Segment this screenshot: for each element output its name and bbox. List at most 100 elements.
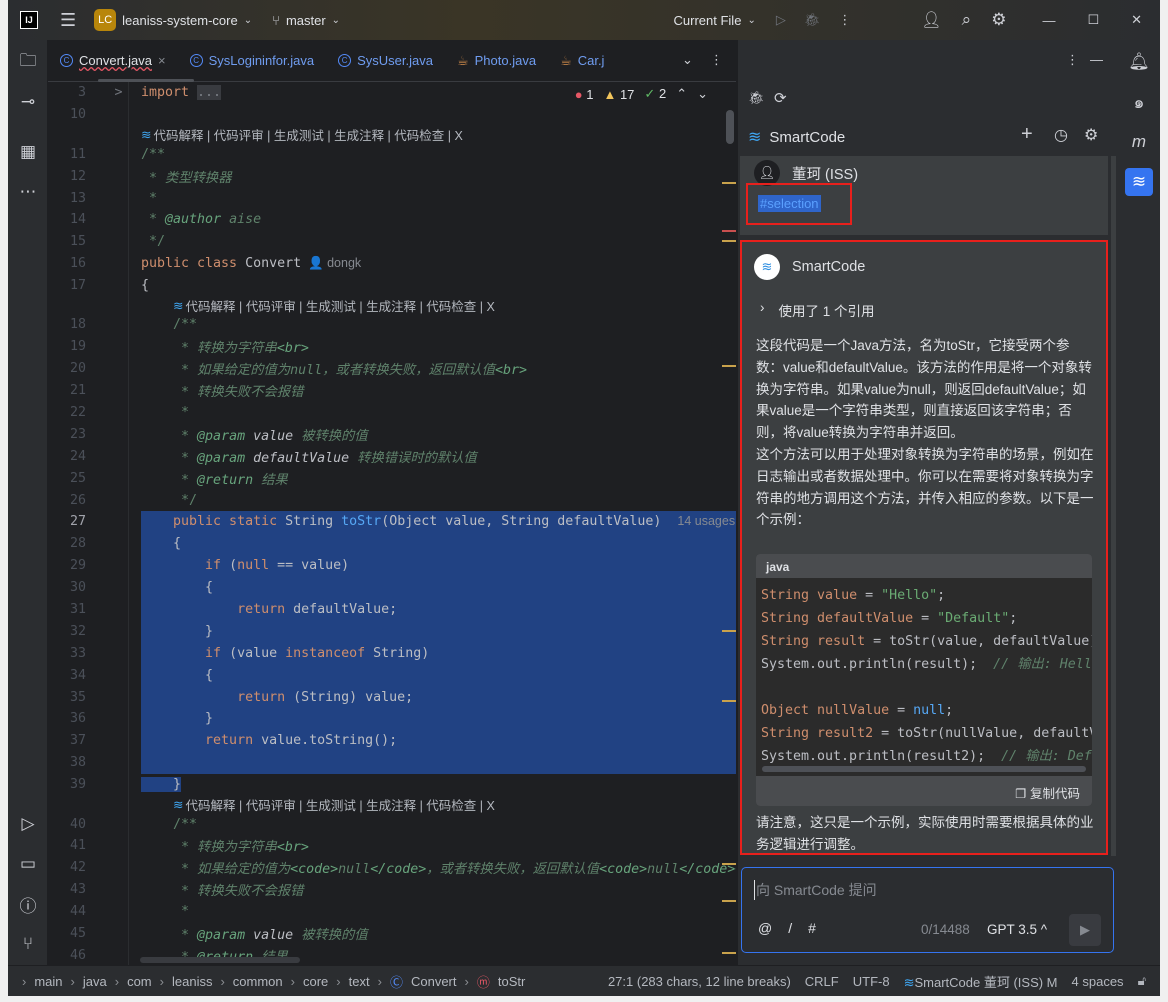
line-separator[interactable]: CRLF <box>805 974 839 989</box>
settings-icon[interactable]: ⚙ <box>1084 125 1098 145</box>
breadcrumb-item[interactable]: toStr <box>498 974 525 989</box>
warning-mark[interactable] <box>722 900 736 902</box>
commit-icon[interactable]: ⊸ <box>16 90 40 114</box>
warning-mark[interactable] <box>722 863 736 865</box>
run-config-selector[interactable]: Current File ⌄ <box>674 13 756 28</box>
references-toggle[interactable]: › 使用了 1 个引用 <box>760 300 875 320</box>
tab-syslogininfor-java[interactable]: C SysLogininfor.java <box>178 40 327 81</box>
error-count[interactable]: ● 1 <box>575 87 594 102</box>
minimize-icon[interactable]: — <box>1042 13 1055 28</box>
tab-sysuser-java[interactable]: C SysUser.java <box>326 40 445 81</box>
horizontal-scrollbar[interactable] <box>140 957 300 963</box>
code-token: = toStr(nullValue, defaultValue); <box>881 726 1092 741</box>
ai-assistant-icon[interactable]: ๑ <box>1127 90 1151 114</box>
code-token[interactable]: 14 usages <box>677 514 735 528</box>
warning-count[interactable]: ▲ 17 <box>603 87 634 102</box>
code-text: public class Convert 👤 dongk <box>141 256 361 271</box>
new-chat-icon[interactable]: + <box>1021 123 1033 146</box>
tab-convert-java[interactable]: C Convert.java × <box>48 40 178 81</box>
maven-icon[interactable]: m <box>1127 130 1151 154</box>
send-button[interactable]: ▶ <box>1069 914 1101 946</box>
warning-mark[interactable] <box>722 182 736 184</box>
chat-scrollbar[interactable] <box>1111 156 1116 856</box>
next-highlight-icon[interactable]: ⌄ <box>697 86 708 102</box>
breadcrumb-item[interactable]: core <box>303 974 328 989</box>
smartcode-icon[interactable]: ≋ <box>1125 168 1153 196</box>
codelens-actions[interactable]: ≋ 代码解释 | 代码评审 | 生成测试 | 生成注释 | 代码检查 | X <box>48 297 736 315</box>
smartcode-status[interactable]: ≋SmartCode 董珂 (ISS) M <box>904 972 1058 991</box>
run-icon[interactable]: ▷ <box>776 12 786 28</box>
vertical-scrollbar[interactable] <box>726 110 734 144</box>
more-tools-icon[interactable]: ⋯ <box>16 180 40 204</box>
tab-car-j[interactable]: ☕︎ Car.j <box>548 40 616 81</box>
prev-highlight-icon[interactable]: ⌃ <box>676 86 687 102</box>
structure-icon[interactable]: ▦ <box>16 140 40 164</box>
indent-setting[interactable]: 4 spaces <box>1072 974 1124 989</box>
tabs-dropdown-icon[interactable]: ⌄ <box>682 52 693 68</box>
caret-position[interactable]: 27:1 (283 chars, 12 line breaks) <box>608 974 791 989</box>
warning-mark[interactable] <box>722 630 736 632</box>
breadcrumb-item[interactable]: common <box>233 974 283 989</box>
code-scrollbar[interactable] <box>762 766 1086 772</box>
tab-photo-java[interactable]: ☕︎ Photo.java <box>445 40 548 81</box>
panel-minimize-icon[interactable]: — <box>1090 52 1103 67</box>
tab-close-icon[interactable]: × <box>158 53 166 68</box>
code-token[interactable]: 👤 dongk <box>301 256 361 270</box>
file-encoding[interactable]: UTF-8 <box>853 974 890 989</box>
model-selector[interactable]: GPT 3.5 ^ <box>987 922 1047 937</box>
copy-code-button[interactable]: ❐ 复制代码 <box>756 776 1092 806</box>
inspection-widget[interactable]: ● 1 ▲ 17 ✓ 2 ⌃ ⌄ <box>575 86 708 102</box>
code-editor[interactable]: C Convert.java × C SysLogininfor.java C SysUse… <box>48 40 736 965</box>
fold-toggle[interactable]: > <box>96 85 141 100</box>
selection-tag[interactable]: #selection <box>758 195 821 212</box>
codelens-actions[interactable]: ≋ 代码解释 | 代码评审 | 生成测试 | 生成注释 | 代码检查 | X <box>48 126 736 144</box>
codelens-actions[interactable]: ≋ 代码解释 | 代码评审 | 生成测试 | 生成注释 | 代码检查 | X <box>48 796 736 814</box>
close-icon[interactable]: ✕ <box>1131 12 1142 28</box>
add-user-icon[interactable]: 👤︎ <box>921 10 941 30</box>
codelens-text[interactable]: 代码解释 | 代码评审 | 生成测试 | 生成注释 | 代码检查 | X <box>186 795 495 814</box>
more-icon[interactable]: ⋮ <box>838 12 851 28</box>
breadcrumb-item[interactable]: text <box>349 974 370 989</box>
main-menu-icon[interactable]: ☰ <box>60 10 76 31</box>
notifications-icon[interactable]: 🔔︎ <box>1127 50 1151 74</box>
breadcrumb-item[interactable]: main <box>34 974 62 989</box>
folder-icon[interactable]: 🗀 <box>16 50 40 74</box>
maximize-icon[interactable]: ☐ <box>1087 12 1099 28</box>
code-token: <br> <box>276 840 309 856</box>
services-icon[interactable]: ▷ <box>16 812 40 836</box>
chat-input-placeholder[interactable]: 向 SmartCode 提问 <box>754 880 877 900</box>
terminal-icon[interactable]: ▭ <box>16 852 40 876</box>
bug-icon[interactable]: 🐞︎ <box>748 90 765 106</box>
branch-selector[interactable]: ⑂ master ⌄ <box>272 13 340 28</box>
search-icon[interactable]: ⌕ <box>962 10 972 30</box>
warning-mark[interactable] <box>722 240 736 242</box>
warning-mark[interactable] <box>722 952 736 954</box>
debug-icon[interactable]: 🐞︎ <box>804 12 821 28</box>
gear-icon[interactable]: ⚙ <box>991 10 1006 30</box>
breadcrumb-item[interactable]: com <box>127 974 152 989</box>
breadcrumb-item[interactable]: leaniss <box>172 974 212 989</box>
warning-mark[interactable] <box>722 365 736 367</box>
codelens-text[interactable]: 代码解释 | 代码评审 | 生成测试 | 生成注释 | 代码检查 | X <box>186 296 495 315</box>
project-selector[interactable]: LC leaniss-system-core ⌄ <box>94 9 252 31</box>
lock-icon[interactable]: 🔓︎ <box>1138 973 1146 989</box>
codelens-text[interactable]: 代码解释 | 代码评审 | 生成测试 | 生成注释 | 代码检查 | X <box>153 125 462 144</box>
error-mark[interactable] <box>722 230 736 232</box>
ok-count[interactable]: ✓ 2 <box>644 86 666 102</box>
refresh-icon[interactable]: ⟳ <box>774 89 787 107</box>
breadcrumb-item[interactable]: Convert <box>411 974 457 989</box>
reference-button[interactable]: # <box>808 920 816 936</box>
history-icon[interactable]: ◷ <box>1054 125 1068 145</box>
command-button[interactable]: / <box>788 920 792 936</box>
breadcrumb-item[interactable]: java <box>83 974 107 989</box>
panel-more-icon[interactable]: ⋮ <box>1066 52 1079 68</box>
mention-button[interactable]: @ <box>758 920 772 936</box>
code-content[interactable]: String value = "Hello"; String defaultVal… <box>756 578 1092 776</box>
warning-mark[interactable] <box>722 700 736 702</box>
chat-input[interactable]: 向 SmartCode 提问 @ / # 0/14488 GPT 3.5 ^ ▶ <box>741 867 1114 953</box>
code-text: if (null == value) <box>141 558 349 573</box>
code-area[interactable]: 3 > import ... 10 ≋ 代码解释 | 代码评审 | 生成测试 | 生成注释… <box>48 82 736 965</box>
tabs-more-icon[interactable]: ⋮ <box>710 52 723 68</box>
problems-icon[interactable]: ⓘ <box>16 892 40 916</box>
git-icon[interactable]: ⑂ <box>16 932 40 956</box>
